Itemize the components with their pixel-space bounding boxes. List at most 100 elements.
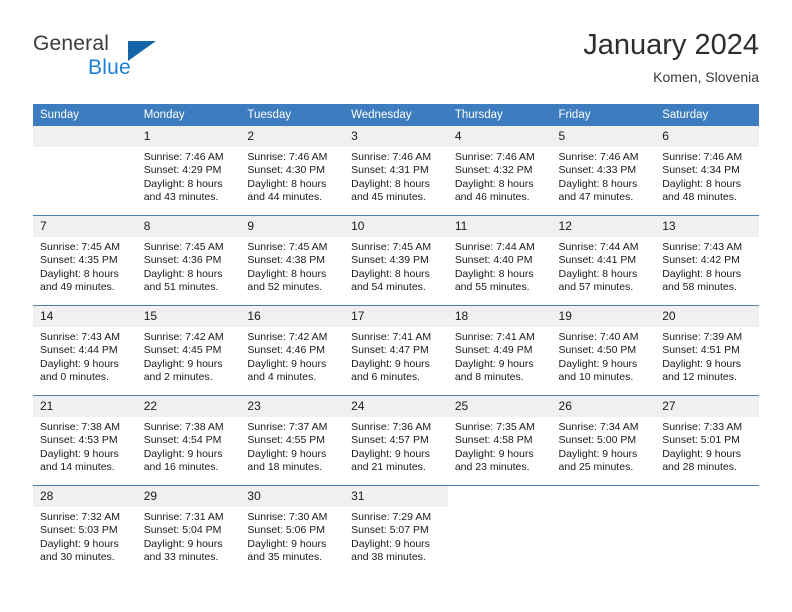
daylight-text-line1: Daylight: 9 hours: [454, 357, 534, 370]
calendar-day-cell[interactable]: 23 Sunrise: 7:37 AM Sunset: 4:55 PM Dayligh…: [240, 395, 345, 486]
calendar-day-cell[interactable]: 5 Sunrise: 7:46 AM Sunset: 4:33 PM Daylight…: [551, 126, 656, 216]
sunset-text: Sunset: 4:45 PM: [143, 344, 222, 357]
day-number: 7: [33, 216, 137, 237]
calendar-day-cell[interactable]: 7 Sunrise: 7:45 AM Sunset: 4:35 PM Daylight…: [33, 215, 137, 306]
day-details: Sunrise: 7:46 AM Sunset: 4:29 PM Daylight:…: [137, 147, 241, 204]
calendar-day-cell[interactable]: 9 Sunrise: 7:45 AM Sunset: 4:38 PM Daylight…: [240, 215, 345, 306]
logo-triangle-icon: [128, 41, 156, 61]
sunset-text: Sunset: 4:41 PM: [558, 254, 637, 267]
sunset-text: Sunset: 4:34 PM: [662, 164, 740, 177]
day-details: Sunrise: 7:43 AM Sunset: 4:44 PM Daylight:…: [33, 327, 137, 384]
calendar-day-cell[interactable]: 6 Sunrise: 7:46 AM Sunset: 4:34 PM Daylight…: [655, 126, 759, 216]
calendar-day-cell[interactable]: 22 Sunrise: 7:38 AM Sunset: 4:54 PM Dayligh…: [136, 395, 241, 486]
calendar-table: Sunday Monday Tuesday Wednesday Thursday…: [33, 104, 759, 575]
calendar-day-cell[interactable]: 10 Sunrise: 7:45 AM Sunset: 4:39 PM Dayligh…: [344, 215, 448, 306]
calendar-day-cell[interactable]: 31 Sunrise: 7:29 AM Sunset: 5:07 PM Dayligh…: [344, 485, 448, 575]
calendar-day-cell[interactable]: 30 Sunrise: 7:30 AM Sunset: 5:06 PM Dayligh…: [240, 485, 345, 575]
calendar-day-cell[interactable]: 17 Sunrise: 7:41 AM Sunset: 4:47 PM Dayligh…: [344, 305, 448, 396]
daylight-text-line1: Daylight: 8 hours: [351, 177, 430, 190]
generalblue-logo[interactable]: General Blue: [33, 32, 163, 84]
daylight-text-line1: Daylight: 9 hours: [143, 537, 223, 550]
sunrise-text: Sunrise: 7:38 AM: [40, 421, 120, 433]
daylight-text-line1: Daylight: 9 hours: [558, 447, 638, 460]
day-number: [447, 486, 552, 507]
sunrise-text: Sunrise: 7:46 AM: [351, 151, 432, 163]
calendar-day-cell[interactable]: 19 Sunrise: 7:40 AM Sunset: 4:50 PM Dayligh…: [551, 305, 656, 396]
daylight-text-line2: and 43 minutes.: [143, 190, 219, 203]
daylight-text-line2: and 28 minutes.: [662, 460, 737, 473]
day-details: Sunrise: 7:46 AM Sunset: 4:31 PM Daylight:…: [344, 147, 448, 204]
daylight-text-line1: Daylight: 8 hours: [351, 267, 430, 280]
calendar-day-cell[interactable]: 14 Sunrise: 7:43 AM Sunset: 4:44 PM Dayligh…: [33, 305, 137, 396]
calendar-day-cell[interactable]: 4 Sunrise: 7:46 AM Sunset: 4:32 PM Daylight…: [447, 126, 552, 216]
calendar-day-cell[interactable]: 18 Sunrise: 7:41 AM Sunset: 4:49 PM Dayligh…: [447, 305, 552, 396]
calendar-cell-empty: [447, 485, 552, 575]
daylight-text-line2: and 16 minutes.: [143, 460, 219, 473]
calendar-day-cell[interactable]: 26 Sunrise: 7:34 AM Sunset: 5:00 PM Dayligh…: [551, 395, 656, 486]
daylight-text-line2: and 46 minutes.: [454, 190, 530, 203]
daylight-text-line1: Daylight: 9 hours: [247, 357, 327, 370]
sunrise-text: Sunrise: 7:34 AM: [558, 421, 639, 433]
calendar-day-cell[interactable]: 15 Sunrise: 7:42 AM Sunset: 4:45 PM Dayligh…: [136, 305, 241, 396]
calendar-day-cell[interactable]: 13 Sunrise: 7:43 AM Sunset: 4:42 PM Dayligh…: [655, 215, 759, 306]
daylight-text-line2: and 4 minutes.: [247, 370, 317, 383]
day-details: Sunrise: 7:46 AM Sunset: 4:33 PM Daylight:…: [552, 147, 656, 204]
sunset-text: Sunset: 4:51 PM: [662, 344, 740, 357]
day-details: Sunrise: 7:44 AM Sunset: 4:40 PM Daylight:…: [448, 237, 552, 294]
calendar-day-cell[interactable]: 20 Sunrise: 7:39 AM Sunset: 4:51 PM Dayligh…: [655, 305, 759, 396]
day-number: 25: [447, 396, 552, 417]
daylight-text-line2: and 18 minutes.: [247, 460, 323, 473]
day-number: 24: [344, 396, 448, 417]
calendar-day-cell[interactable]: 27 Sunrise: 7:33 AM Sunset: 5:01 PM Dayligh…: [655, 395, 759, 486]
day-number: 6: [655, 126, 759, 147]
sunrise-text: Sunrise: 7:46 AM: [558, 151, 639, 163]
daylight-text-line2: and 38 minutes.: [351, 550, 426, 563]
day-number: 29: [136, 486, 241, 507]
calendar-day-cell[interactable]: 11 Sunrise: 7:44 AM Sunset: 4:40 PM Dayligh…: [447, 215, 552, 306]
calendar-page: General Blue January 2024 Komen, Sloveni…: [0, 0, 792, 612]
day-details: Sunrise: 7:45 AM Sunset: 4:39 PM Daylight:…: [344, 237, 448, 294]
daylight-text-line1: Daylight: 9 hours: [40, 537, 119, 550]
sunset-text: Sunset: 4:30 PM: [247, 164, 326, 177]
day-number: [33, 126, 137, 147]
day-details: Sunrise: 7:37 AM Sunset: 4:55 PM Daylight:…: [240, 417, 344, 474]
sunset-text: Sunset: 4:53 PM: [40, 434, 118, 447]
calendar-day-cell[interactable]: 2 Sunrise: 7:46 AM Sunset: 4:30 PM Daylight…: [240, 126, 345, 216]
sunrise-text: Sunrise: 7:32 AM: [40, 511, 120, 523]
daylight-text-line2: and 58 minutes.: [662, 280, 737, 293]
weekday-header-thursday: Thursday: [447, 104, 552, 126]
page-title: January 2024: [583, 29, 759, 61]
sunset-text: Sunset: 4:32 PM: [454, 164, 533, 177]
daylight-text-line1: Daylight: 9 hours: [558, 357, 638, 370]
calendar-day-cell[interactable]: 24 Sunrise: 7:36 AM Sunset: 4:57 PM Dayligh…: [344, 395, 448, 486]
sunset-text: Sunset: 4:36 PM: [143, 254, 222, 267]
calendar-day-cell[interactable]: 29 Sunrise: 7:31 AM Sunset: 5:04 PM Dayligh…: [136, 485, 241, 575]
calendar-day-cell[interactable]: 25 Sunrise: 7:35 AM Sunset: 4:58 PM Dayligh…: [447, 395, 552, 486]
day-number: 11: [447, 216, 552, 237]
daylight-text-line2: and 35 minutes.: [247, 550, 323, 563]
day-details: Sunrise: 7:45 AM Sunset: 4:35 PM Daylight:…: [33, 237, 137, 294]
calendar-day-cell[interactable]: 28 Sunrise: 7:32 AM Sunset: 5:03 PM Dayligh…: [33, 485, 137, 575]
calendar-day-cell[interactable]: 3 Sunrise: 7:46 AM Sunset: 4:31 PM Daylight…: [344, 126, 448, 216]
sunset-text: Sunset: 4:39 PM: [351, 254, 429, 267]
sunset-text: Sunset: 4:29 PM: [143, 164, 222, 177]
daylight-text-line1: Daylight: 8 hours: [40, 267, 119, 280]
sunset-text: Sunset: 5:01 PM: [662, 434, 740, 447]
calendar-day-cell[interactable]: 8 Sunrise: 7:45 AM Sunset: 4:36 PM Daylight…: [136, 215, 241, 306]
calendar-day-cell[interactable]: 16 Sunrise: 7:42 AM Sunset: 4:46 PM Dayligh…: [240, 305, 345, 396]
calendar-day-cell[interactable]: 21 Sunrise: 7:38 AM Sunset: 4:53 PM Dayligh…: [33, 395, 137, 486]
calendar-day-cell[interactable]: 1 Sunrise: 7:46 AM Sunset: 4:29 PM Daylight…: [136, 126, 241, 216]
day-details: Sunrise: 7:44 AM Sunset: 4:41 PM Daylight:…: [552, 237, 656, 294]
calendar-day-cell[interactable]: 12 Sunrise: 7:44 AM Sunset: 4:41 PM Dayligh…: [551, 215, 656, 306]
logo-text-blue: Blue: [88, 56, 131, 79]
day-details: Sunrise: 7:39 AM Sunset: 4:51 PM Daylight:…: [655, 327, 759, 384]
day-details: Sunrise: 7:46 AM Sunset: 4:34 PM Daylight:…: [655, 147, 759, 204]
sunset-text: Sunset: 4:33 PM: [558, 164, 637, 177]
sunset-text: Sunset: 4:31 PM: [351, 164, 429, 177]
daylight-text-line1: Daylight: 9 hours: [662, 357, 742, 370]
day-details: Sunrise: 7:41 AM Sunset: 4:47 PM Daylight:…: [344, 327, 448, 384]
calendar-body: 1 Sunrise: 7:46 AM Sunset: 4:29 PM Daylight…: [33, 126, 759, 575]
sunrise-text: Sunrise: 7:46 AM: [143, 151, 224, 163]
weekday-header-saturday: Saturday: [655, 104, 759, 126]
sunset-text: Sunset: 4:44 PM: [40, 344, 118, 357]
